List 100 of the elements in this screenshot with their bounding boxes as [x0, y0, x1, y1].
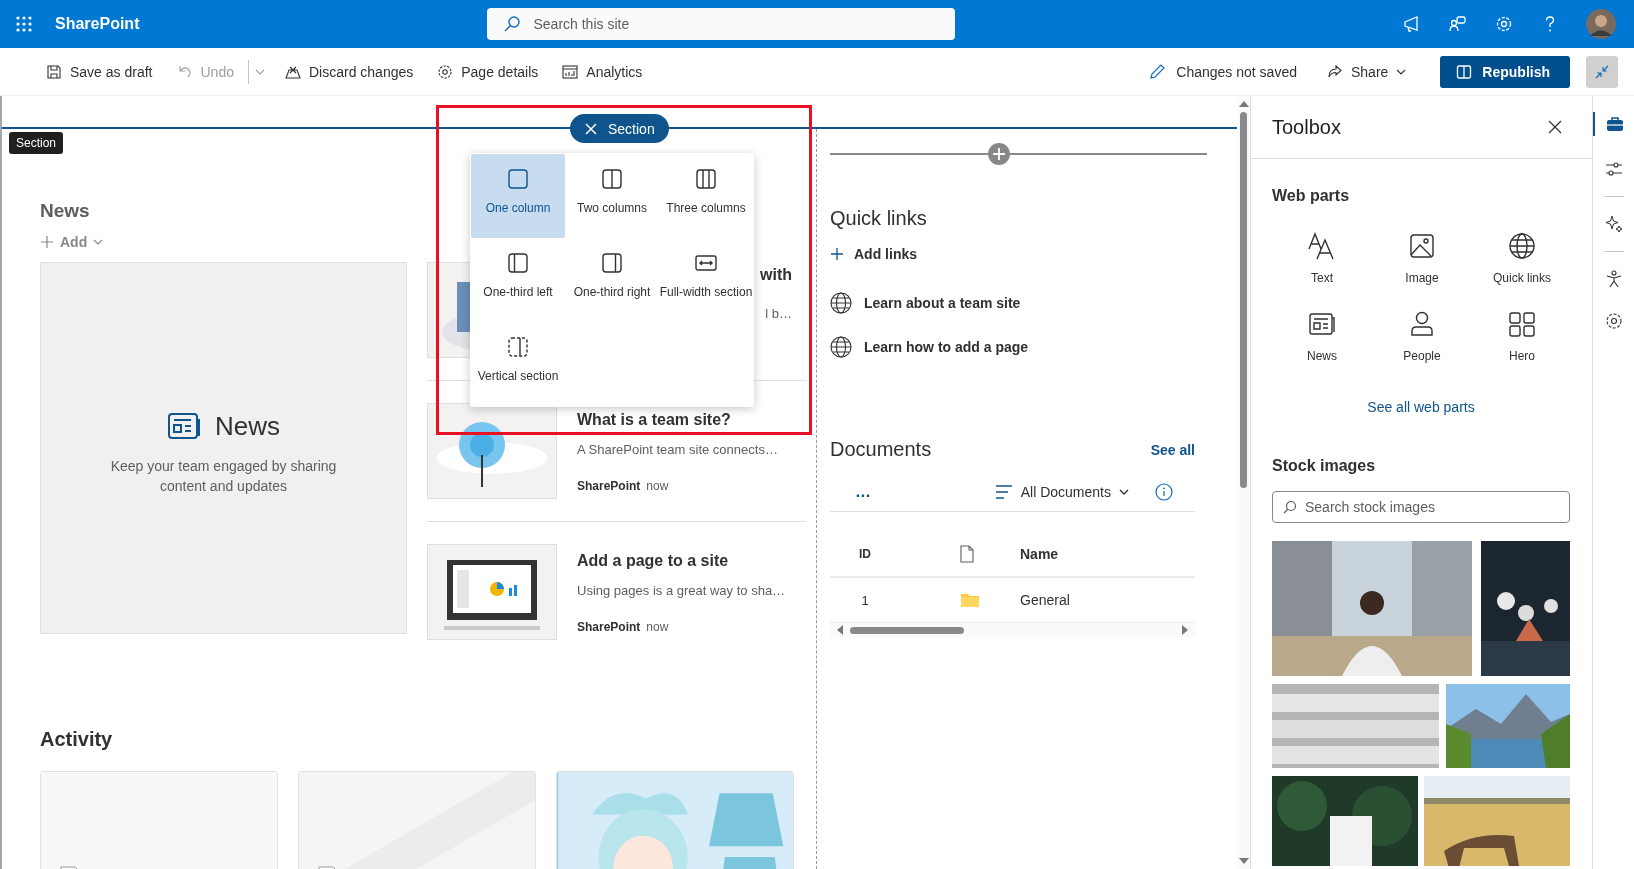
layout-option[interactable]: Three columns: [659, 154, 753, 238]
toolbar-button[interactable]: Page details: [427, 57, 549, 86]
collapse-button[interactable]: [1586, 55, 1618, 88]
chart-icon: [562, 63, 579, 80]
undo-icon: [176, 63, 193, 80]
section-button[interactable]: Section: [570, 114, 669, 143]
section-heading: Activity: [40, 728, 113, 751]
collapse-icon: [1594, 63, 1610, 80]
accessibility-icon[interactable]: [1604, 270, 1623, 288]
layout-option[interactable]: Vertical section: [471, 322, 565, 406]
save-status: Changes not saved: [1176, 63, 1297, 80]
scroll-left-icon[interactable]: [836, 625, 844, 635]
scroll-up-icon[interactable]: [1238, 100, 1249, 108]
pencil-icon: [1148, 62, 1167, 81]
news-description: l b…: [765, 306, 792, 321]
layout-icon: [695, 252, 717, 274]
group-heading: Web parts: [1272, 187, 1350, 205]
web-part-tile[interactable]: News: [1272, 309, 1372, 363]
layout-icon: [601, 252, 623, 274]
app-name[interactable]: SharePoint: [55, 15, 140, 33]
search-field[interactable]: Search this site: [487, 8, 956, 40]
caret-icon: [1119, 487, 1129, 497]
book-icon: [1456, 63, 1473, 80]
news-icon: [167, 412, 201, 440]
news-description: A SharePoint team site connects…: [577, 442, 778, 457]
list-icon: [994, 484, 1013, 500]
view-selector[interactable]: All Documents: [994, 484, 1129, 500]
layout-option[interactable]: Two columns: [565, 154, 659, 238]
layout-option[interactable]: One-third right: [565, 238, 659, 322]
add-links-button[interactable]: Add links: [830, 246, 917, 262]
briefcase-icon[interactable]: [1605, 116, 1624, 132]
layout-icon: [695, 168, 717, 190]
group-heading: Stock images: [1272, 457, 1376, 475]
layout-icon: [601, 168, 623, 190]
sparkle-icon[interactable]: [1604, 215, 1623, 233]
text-icon: [1307, 231, 1337, 261]
news-description: Using pages is a great way to sha…: [577, 583, 786, 598]
search-icon: [503, 15, 522, 33]
scroll-right-icon[interactable]: [1181, 625, 1189, 635]
toolbar-button[interactable]: Save as draft: [36, 57, 163, 86]
news-title[interactable]: with: [760, 266, 792, 284]
layout-icon: [507, 252, 529, 274]
globe-icon: [830, 292, 852, 314]
section-heading: News: [40, 200, 90, 222]
republish-button[interactable]: Republish: [1440, 55, 1570, 88]
add-section-icon[interactable]: [987, 143, 1010, 165]
avatar[interactable]: [1586, 9, 1616, 39]
save-icon: [46, 63, 62, 80]
grid-icon: [1507, 309, 1537, 339]
globe-icon: [830, 336, 852, 358]
image-icon: [1407, 231, 1437, 261]
add-button[interactable]: Add: [40, 234, 104, 250]
close-icon: [584, 121, 598, 136]
file-icon: [960, 545, 974, 563]
news-time: now: [646, 479, 669, 493]
chat-icon[interactable]: [1448, 14, 1468, 34]
news-title[interactable]: Add a page to a site: [577, 552, 729, 570]
close-icon[interactable]: [1548, 120, 1562, 134]
web-part-tile[interactable]: People: [1372, 309, 1472, 363]
scroll-down-icon[interactable]: [1238, 857, 1249, 865]
layout-option[interactable]: One-third left: [471, 238, 565, 322]
news-source: SharePoint: [577, 479, 641, 493]
horizontal-scrollbar[interactable]: [830, 623, 1195, 637]
section-heading: Quick links: [830, 207, 927, 230]
web-part-tile[interactable]: Quick links: [1472, 231, 1572, 285]
layout-option[interactable]: Full-width section: [659, 238, 753, 322]
quick-link[interactable]: Learn about a team site: [864, 295, 1021, 311]
see-all-link[interactable]: See all: [1150, 441, 1195, 458]
settings-icon: [437, 63, 454, 80]
globe-icon: [1507, 231, 1537, 261]
sliders-icon[interactable]: [1604, 160, 1623, 178]
settings-icon[interactable]: [1604, 312, 1623, 330]
share-button[interactable]: Share: [1316, 57, 1417, 86]
web-part-tile[interactable]: Hero: [1472, 309, 1572, 363]
more-options[interactable]: …: [855, 483, 871, 501]
toolbar-button[interactable]: Analytics: [552, 57, 653, 86]
column-header[interactable]: ID: [830, 547, 900, 561]
vertical-scrollbar[interactable]: [1237, 96, 1250, 869]
placeholder-title: News: [215, 410, 280, 442]
placeholder-text: Keep your team engaged by sharing content and updates: [109, 456, 338, 496]
plus-icon: [40, 235, 54, 249]
web-part-tile[interactable]: Text: [1272, 231, 1372, 285]
news-title[interactable]: What is a team site?: [577, 411, 731, 429]
plus-icon: [830, 247, 844, 261]
toolbar-button[interactable]: Discard changes: [274, 57, 424, 86]
web-part-tile[interactable]: Image: [1372, 231, 1472, 285]
see-all-web-parts-link[interactable]: See all web parts: [1367, 399, 1475, 415]
folder-icon: [960, 592, 980, 608]
app-launcher-icon[interactable]: [15, 15, 33, 33]
info-icon[interactable]: [1155, 483, 1173, 501]
caret-icon: [93, 237, 104, 247]
table-cell-text: 1: [860, 592, 870, 608]
news-source: SharePoint: [577, 620, 641, 634]
layout-icon: [507, 168, 529, 190]
layout-icon: [507, 336, 529, 358]
quick-link[interactable]: Learn how to add a page: [864, 339, 1029, 355]
search-field[interactable]: Search stock images: [1272, 491, 1570, 523]
layout-option[interactable]: One column: [471, 154, 565, 238]
column-header[interactable]: Name: [1020, 546, 1195, 562]
table-cell[interactable]: General: [1020, 592, 1195, 608]
